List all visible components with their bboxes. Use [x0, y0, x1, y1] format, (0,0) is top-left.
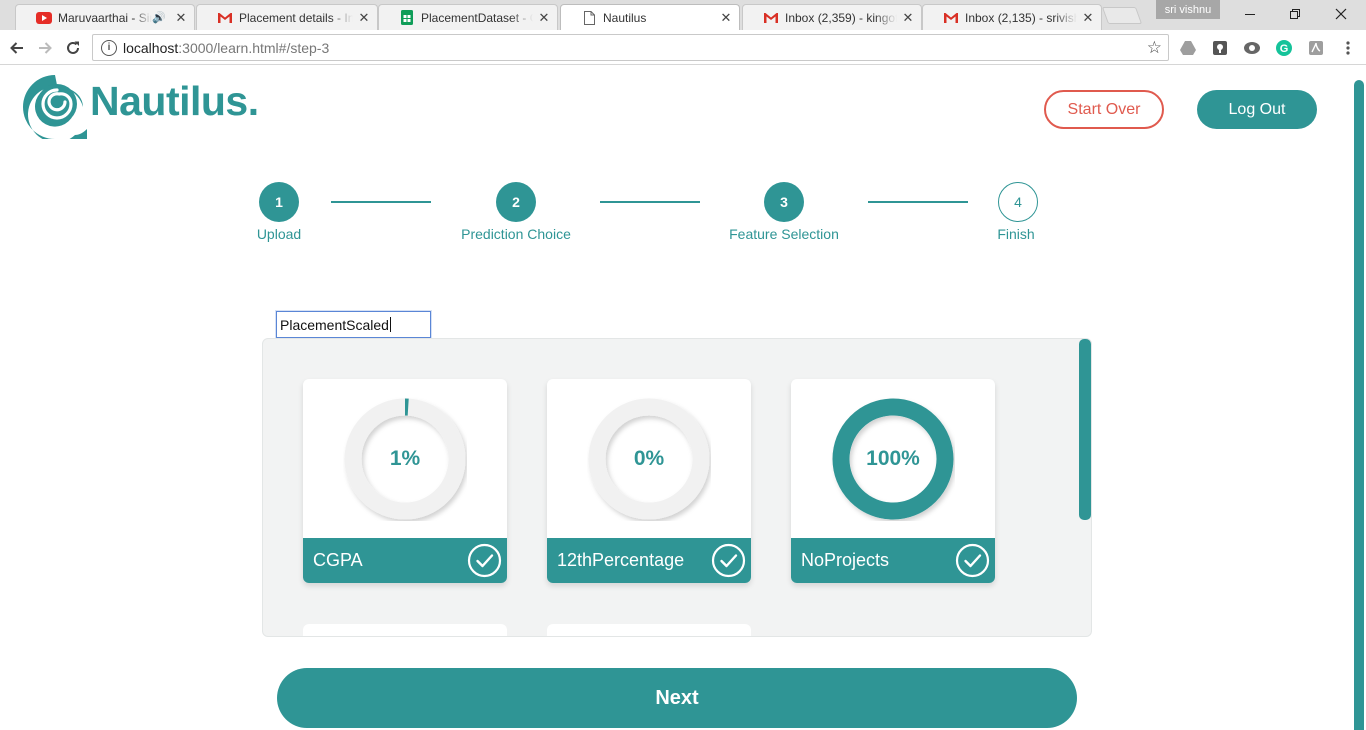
close-tab-icon[interactable]: ✕ — [1081, 10, 1095, 26]
pdf-extension-icon[interactable] — [1307, 39, 1325, 57]
feature-card-partial[interactable] — [303, 624, 507, 636]
next-button[interactable]: Next — [277, 668, 1077, 728]
browser-tab[interactable]: Placement details - Inv ✕ — [196, 4, 378, 30]
bookmark-star-icon[interactable]: ☆ — [1147, 38, 1162, 58]
youtube-icon — [36, 10, 52, 26]
close-tab-icon[interactable]: ✕ — [901, 10, 915, 26]
reload-icon[interactable] — [61, 36, 85, 60]
nautilus-logo[interactable]: Nautilus. — [21, 73, 259, 139]
gmail-icon — [763, 10, 779, 26]
keep-extension-icon[interactable] — [1211, 39, 1229, 57]
gmail-icon — [217, 10, 233, 26]
close-tab-icon[interactable]: ✕ — [357, 10, 371, 26]
step-1-circle[interactable]: 1 — [259, 182, 299, 222]
panel-scrollbar[interactable] — [1079, 339, 1091, 520]
step-4-circle[interactable]: 4 — [998, 182, 1038, 222]
start-over-button[interactable]: Start Over — [1044, 90, 1164, 129]
browser-tab[interactable]: Inbox (2,135) - srivishn ✕ — [922, 4, 1102, 30]
gmail-icon — [943, 10, 959, 26]
minimize-icon[interactable] — [1235, 4, 1265, 24]
importance-percent: 100% — [866, 447, 920, 470]
step-3-circle[interactable]: 3 — [764, 182, 804, 222]
page-icon — [581, 10, 597, 26]
grammarly-extension-icon[interactable]: G — [1275, 39, 1293, 57]
page-scrollbar[interactable] — [1354, 80, 1364, 730]
back-icon[interactable] — [5, 36, 29, 60]
close-tab-icon[interactable]: ✕ — [719, 10, 733, 26]
step-2-label: Prediction Choice — [461, 226, 571, 242]
browser-toolbar: i localhost:3000/learn.html#/step-3 ☆ — [0, 30, 1366, 65]
importance-percent: 1% — [389, 447, 421, 470]
close-window-icon[interactable] — [1326, 4, 1356, 24]
feature-name: CGPA — [313, 550, 363, 570]
step-2-circle[interactable]: 2 — [496, 182, 536, 222]
feature-name: NoProjects — [801, 550, 890, 570]
feature-card-12thpercentage[interactable]: 0% 12thPercentage — [547, 379, 751, 583]
chrome-menu-icon[interactable] — [1339, 39, 1357, 57]
feature-card-noprojects[interactable]: 100% NoProjects — [791, 379, 995, 583]
close-tab-icon[interactable]: ✕ — [174, 10, 188, 26]
feature-footer[interactable]: NoProjects — [791, 538, 995, 583]
new-tab-button[interactable] — [1101, 7, 1143, 24]
step-4-label: Finish — [997, 226, 1035, 242]
restore-icon[interactable] — [1280, 4, 1310, 24]
feature-name: 12thPercentage — [557, 550, 685, 570]
feature-footer[interactable]: CGPA — [303, 538, 507, 583]
browser-tab[interactable]: Inbox (2,359) - kingofk ✕ — [742, 4, 922, 30]
checkmark-icon[interactable] — [711, 543, 746, 578]
model-name-input[interactable]: PlacementScaled — [276, 311, 431, 338]
step-1-label: Upload — [256, 226, 302, 242]
feature-card-cgpa[interactable]: 1% CGPA — [303, 379, 507, 583]
step-3-label: Feature Selection — [729, 226, 839, 242]
forward-icon[interactable] — [33, 36, 57, 60]
feature-footer[interactable]: 12thPercentage — [547, 538, 751, 583]
svg-text:G: G — [1280, 43, 1289, 55]
address-bar[interactable]: i localhost:3000/learn.html#/step-3 ☆ — [92, 34, 1169, 61]
info-icon[interactable]: i — [101, 39, 117, 56]
browser-tab[interactable]: PlacementDataset - Go ✕ — [378, 4, 558, 30]
browser-tab[interactable]: Maruvaarthai - Sing 🔊 ✕ — [15, 4, 195, 30]
drive-extension-icon[interactable] — [1179, 39, 1197, 57]
checkmark-icon[interactable] — [467, 543, 502, 578]
browser-tab-strip: Maruvaarthai - Sing 🔊 ✕ Placement detail… — [0, 0, 1366, 30]
close-tab-icon[interactable]: ✕ — [537, 10, 551, 26]
eye-extension-icon[interactable] — [1243, 39, 1261, 57]
browser-tab-active[interactable]: Nautilus ✕ — [560, 4, 740, 30]
step-connector — [868, 201, 968, 203]
app-page: Nautilus. Start Over Log Out 1 Upload 2 … — [0, 66, 1366, 730]
feature-panel: 1% CGPA 0% 12thPercentage 100% NoProjects — [262, 338, 1092, 637]
speaker-icon[interactable]: 🔊 — [152, 11, 166, 24]
nautilus-shell-icon — [23, 75, 87, 139]
step-connector — [331, 201, 431, 203]
importance-percent: 0% — [633, 447, 665, 470]
checkmark-icon[interactable] — [955, 543, 990, 578]
log-out-button[interactable]: Log Out — [1197, 90, 1317, 129]
text-caret — [389, 317, 391, 332]
profile-badge[interactable]: sri vishnu — [1156, 0, 1220, 19]
sheets-icon — [399, 10, 415, 26]
step-connector — [600, 201, 700, 203]
feature-card-partial[interactable] — [547, 624, 751, 636]
